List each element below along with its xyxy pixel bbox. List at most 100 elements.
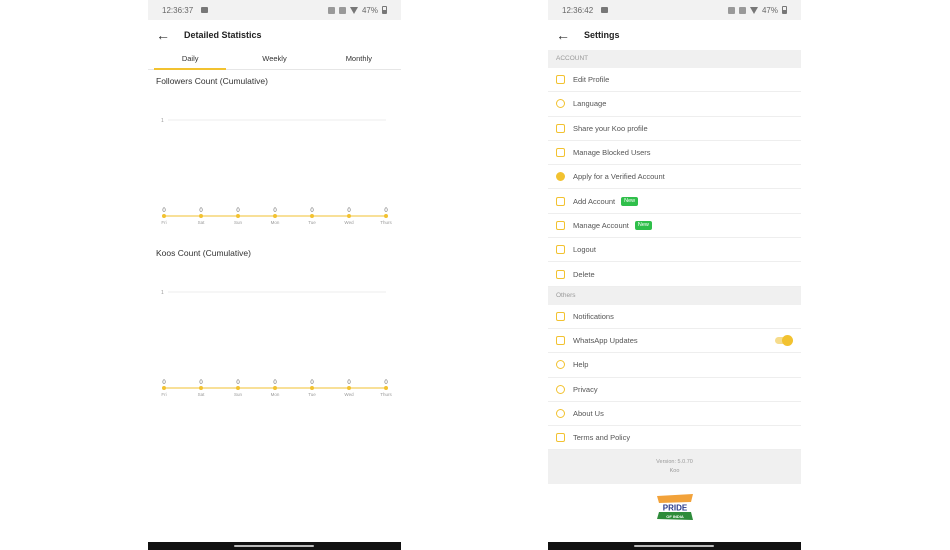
y-tick-label: 1: [161, 118, 164, 124]
settings-item-label: Privacy: [573, 384, 598, 394]
app-name-text: Koo: [669, 468, 680, 475]
settings-item-delete[interactable]: Delete: [548, 262, 801, 287]
data-point[interactable]: [310, 386, 314, 390]
data-label: 0: [384, 208, 388, 214]
settings-item-manage-blocked-users[interactable]: Manage Blocked Users: [548, 141, 801, 166]
battery-percent: 47%: [761, 5, 778, 15]
koos-chart-svg: 1 0 Fri 0 Sat 0 Sun 0 Mon 0 Tue 0 Wed 0 Thurs: [161, 290, 392, 397]
wifi-icon: [349, 6, 358, 14]
mute-icon: [738, 6, 746, 14]
version-text: Version: 5.0.70: [656, 459, 693, 466]
battery-icon: [782, 6, 787, 14]
logo-top-text: PRIDE: [662, 504, 687, 513]
data-point[interactable]: [199, 214, 203, 218]
settings-item-label: WhatsApp Updates: [573, 336, 638, 346]
data-label: 0: [162, 208, 166, 214]
y-tick-label: 1: [161, 290, 164, 296]
settings-item-apply-for-a-verified-account[interactable]: Apply for a Verified Account: [548, 165, 801, 190]
back-arrow-icon[interactable]: ←: [556, 27, 584, 43]
home-indicator[interactable]: [548, 542, 801, 550]
followers-chart-title: Followers Count (Cumulative): [156, 76, 268, 86]
settings-screen: 12:36:42 47% ← Settings ACCOUNT Edit Pro…: [548, 0, 801, 550]
privacy-icon: [556, 384, 565, 394]
logo-bottom-text: OF INDIA: [666, 514, 684, 519]
data-point[interactable]: [384, 386, 388, 390]
settings-item-privacy[interactable]: Privacy: [548, 378, 801, 402]
mute-icon: [338, 6, 346, 14]
status-time: 12:36:37: [162, 5, 194, 15]
data-label: 0: [310, 380, 314, 386]
app-bar: ← Settings: [548, 20, 801, 50]
x-tick-label: Mon: [271, 392, 280, 397]
settings-item-notifications[interactable]: Notifications: [548, 305, 801, 329]
page-title: Settings: [584, 30, 620, 40]
data-point[interactable]: [273, 214, 277, 218]
settings-item-terms-and-policy[interactable]: Terms and Policy: [548, 426, 801, 451]
settings-item-whatsapp-updates[interactable]: WhatsApp Updates: [548, 329, 801, 354]
blocked-icon: [556, 148, 565, 158]
koos-chart: 1 0 Fri 0 Sat 0 Sun 0 Mon 0 Tue 0 Wed 0 Thurs: [148, 260, 401, 414]
settings-item-manage-account[interactable]: Manage Account New: [548, 214, 801, 239]
data-label: 0: [236, 208, 240, 214]
nfc-icon: [327, 6, 335, 14]
pride-of-india-badge-icon: PRIDE OF INDIA: [656, 494, 693, 521]
data-label: 0: [347, 208, 351, 214]
home-indicator[interactable]: [148, 542, 401, 550]
data-label: 0: [273, 208, 277, 214]
manage-user-icon: [556, 220, 565, 230]
gallery-notification-icon: [601, 7, 609, 13]
settings-item-label: Add Account: [573, 196, 616, 206]
battery-percent: 47%: [361, 5, 378, 15]
whatsapp-updates-toggle[interactable]: [775, 334, 793, 346]
data-point[interactable]: [347, 386, 351, 390]
x-tick-label: Fri: [161, 220, 166, 225]
koos-chart-title: Koos Count (Cumulative): [156, 248, 251, 258]
info-icon: [556, 409, 565, 418]
status-bar: 12:36:42 47%: [548, 0, 801, 20]
settings-item-logout[interactable]: Logout: [548, 238, 801, 263]
data-point[interactable]: [199, 386, 203, 390]
data-point[interactable]: [310, 214, 314, 218]
data-point[interactable]: [162, 214, 166, 218]
settings-item-label: Help: [573, 360, 589, 370]
x-tick-label: Sun: [234, 392, 243, 397]
help-icon: [556, 360, 565, 370]
data-point[interactable]: [236, 386, 240, 390]
tab-daily[interactable]: Daily: [148, 50, 232, 70]
tab-weekly[interactable]: Weekly: [232, 50, 316, 69]
settings-item-help[interactable]: Help: [548, 353, 801, 378]
settings-item-about-us[interactable]: About Us: [548, 402, 801, 427]
data-label: 0: [347, 380, 351, 386]
x-tick-label: Wed: [344, 392, 354, 397]
tab-monthly[interactable]: Monthly: [317, 50, 401, 69]
data-point[interactable]: [236, 214, 240, 218]
data-point[interactable]: [384, 214, 388, 218]
add-user-icon: [556, 196, 565, 206]
trash-icon: [556, 269, 565, 279]
data-label: 0: [199, 208, 203, 214]
nfc-icon: [727, 6, 735, 14]
followers-chart: 1 0 Fri 0 Sat 0 Sun 0 Mon 0 Tue 0 Wed 0 Thurs: [148, 88, 401, 242]
data-point[interactable]: [273, 386, 277, 390]
account-section-header: ACCOUNT: [548, 50, 801, 68]
settings-item-label: Terms and Policy: [573, 433, 631, 443]
x-tick-label: Fri: [161, 392, 166, 397]
back-arrow-icon[interactable]: ←: [156, 27, 184, 43]
x-tick-label: Sun: [234, 220, 243, 225]
data-point[interactable]: [347, 214, 351, 218]
x-tick-label: Thurs: [380, 392, 392, 397]
settings-item-share-your-koo-profile[interactable]: Share your Koo profile: [548, 117, 801, 141]
x-tick-label: Tue: [308, 392, 316, 397]
settings-item-language[interactable]: Language: [548, 92, 801, 117]
settings-item-edit-profile[interactable]: Edit Profile: [548, 68, 801, 93]
data-label: 0: [384, 380, 388, 386]
followers-chart-svg: 1 0 Fri 0 Sat 0 Sun 0 Mon 0 Tue 0 Wed 0 Thurs: [161, 118, 392, 225]
data-point[interactable]: [162, 386, 166, 390]
logout-icon: [556, 245, 565, 255]
settings-item-label: Apply for a Verified Account: [573, 172, 665, 182]
wifi-icon: [749, 6, 758, 14]
status-time: 12:36:42: [562, 5, 594, 15]
statistics-screen: 12:36:37 47% ← Detailed Statistics Daily…: [148, 0, 401, 550]
settings-item-add-account[interactable]: Add Account New: [548, 189, 801, 214]
x-tick-label: Sat: [198, 220, 206, 225]
